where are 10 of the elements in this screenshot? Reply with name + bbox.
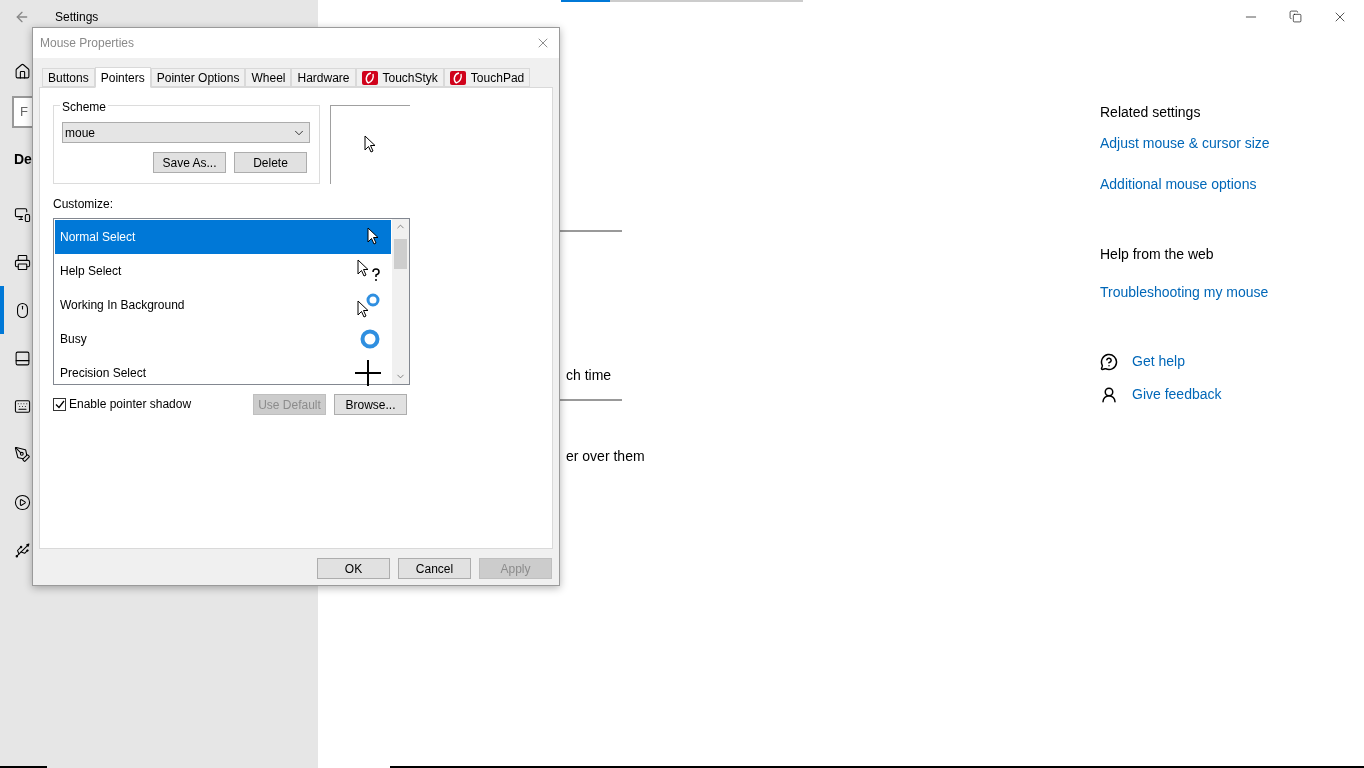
section-title: Related settings bbox=[1100, 103, 1201, 122]
search-placeholder: F bbox=[20, 103, 28, 122]
dialog-title: Mouse Properties bbox=[40, 35, 135, 52]
section-title: Help from the web bbox=[1100, 245, 1214, 264]
checkbox-label: Enable pointer shadow bbox=[69, 396, 192, 413]
setting-label: er over them bbox=[566, 447, 645, 466]
window-title: Settings bbox=[55, 9, 99, 26]
section-heading: De bbox=[14, 150, 32, 169]
customize-label: Customize: bbox=[53, 196, 115, 213]
setting-label: ch time bbox=[566, 366, 612, 385]
